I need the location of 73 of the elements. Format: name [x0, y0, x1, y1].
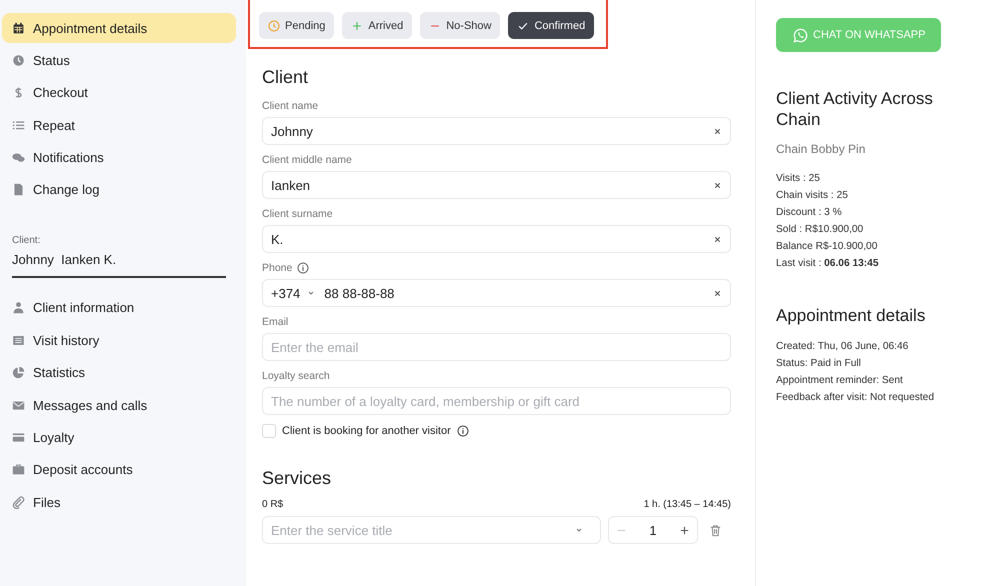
input-field[interactable]: Ianken [262, 171, 731, 199]
clear-icon[interactable] [713, 234, 722, 244]
sidebar-item[interactable]: Repeat [2, 110, 236, 140]
clock-icon [12, 54, 25, 67]
detail-line: Created: Thu, 06 June, 06:46 [776, 340, 908, 354]
sidebar-item[interactable]: Status [2, 45, 236, 76]
status-button[interactable]: Confirmed [508, 12, 594, 39]
document-icon [12, 183, 25, 196]
plus-icon[interactable] [678, 524, 690, 536]
service-duration: 1 h. (13:45 – 14:45) [644, 499, 731, 510]
field-label: Client middle name [262, 154, 352, 166]
service-price: 0 R$ [262, 499, 284, 510]
country-code[interactable]: +374 [271, 286, 300, 300]
field-label: Phone [262, 262, 292, 274]
clear-icon[interactable] [713, 180, 722, 190]
stat-line: Discount : 3 % [776, 206, 842, 220]
stat-line: Visits : 25 [776, 172, 820, 186]
info-icon [456, 425, 469, 437]
field-label: Client surname [262, 208, 333, 220]
list-icon [12, 118, 25, 132]
trash-icon[interactable] [709, 524, 722, 536]
detail-line: Appointment reminder: Sent [776, 374, 903, 388]
sidebar-item[interactable]: Change log [2, 174, 236, 205]
paperclip-icon [12, 496, 25, 509]
field-label: Client name [262, 100, 318, 112]
status-button[interactable]: Arrived [342, 12, 412, 39]
sidebar-item[interactable]: Client information [2, 292, 236, 323]
field-label: Email [262, 316, 288, 328]
checkbox-label: Client is booking for another visitor [282, 425, 451, 437]
chain-name: Chain Bobby Pin [776, 142, 866, 156]
sidebar-item[interactable]: Appointment details [2, 13, 236, 43]
calendar-icon [12, 22, 25, 34]
input-field[interactable]: K. [262, 225, 731, 253]
checkbox[interactable] [262, 424, 276, 438]
detail-line: Status: Paid in Full [776, 357, 861, 371]
clock-icon [268, 20, 280, 32]
sidebar-item[interactable]: Loyalty [2, 422, 236, 453]
pie-chart-icon [12, 366, 25, 380]
panel-title: Client Activity Across Chain [776, 88, 934, 130]
sidebar-item[interactable]: Statistics [2, 358, 236, 388]
chat-bubbles-icon [12, 151, 25, 164]
client-name: Johnny Ianken K. [12, 252, 226, 278]
clear-icon[interactable] [713, 126, 722, 136]
chat-bubble-icon [793, 28, 808, 42]
detail-line: Feedback after visit: Not requested [776, 391, 934, 405]
stat-line: Balance R$-10.900,00 [776, 240, 878, 254]
sidebar-item[interactable]: Deposit accounts [2, 454, 236, 485]
sidebar-item[interactable]: Checkout [2, 78, 236, 108]
status-button[interactable]: No-Show [420, 12, 500, 39]
sidebar-item[interactable]: Notifications [2, 142, 236, 173]
input-field[interactable]: Johnny [262, 117, 731, 145]
panel-title: Appointment details [776, 305, 926, 326]
person-icon [12, 301, 25, 314]
card-icon [12, 431, 25, 444]
briefcase-icon [12, 463, 25, 476]
stat-line: Sold : R$10.900,00 [776, 223, 864, 237]
sidebar-item[interactable]: Messages and calls [2, 390, 236, 420]
info-icon [297, 262, 310, 274]
section-title: Services [262, 468, 332, 489]
quantity-stepper[interactable]: 1 [608, 516, 698, 544]
status-button[interactable]: Pending [259, 12, 334, 39]
envelope-icon [12, 398, 25, 412]
client-label: Client: [12, 234, 42, 246]
stat-line: Chain visits : 25 [776, 189, 848, 203]
input-field[interactable]: +374 88 88-88-88 [262, 279, 731, 307]
sidebar-item[interactable]: Files [2, 487, 236, 518]
sidebar-item[interactable]: Visit history [2, 325, 236, 356]
clear-icon[interactable] [713, 288, 722, 298]
stat-line: Last visit : 06.06 13:45 [776, 257, 879, 271]
section-title: Client [262, 67, 310, 88]
table-icon [12, 334, 25, 347]
plus-icon [351, 20, 364, 32]
field-label: Loyalty search [262, 370, 330, 382]
